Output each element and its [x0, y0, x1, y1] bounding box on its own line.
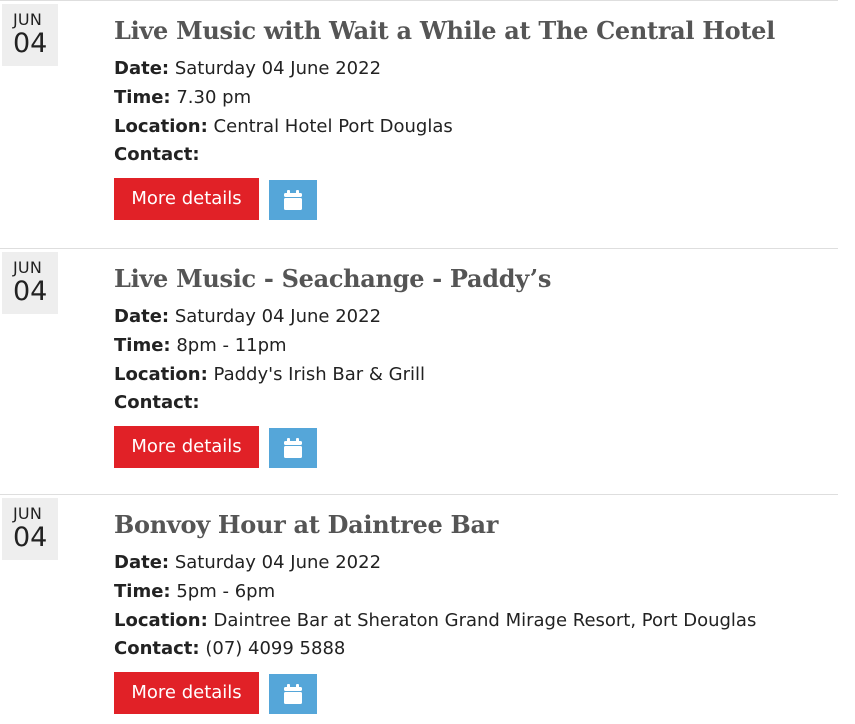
date-value: Saturday 04 June 2022: [174, 552, 382, 573]
date-badge: JUN 04: [2, 4, 58, 66]
event-date-row: Date: Saturday 04 June 2022: [114, 56, 381, 82]
divider: [0, 494, 838, 495]
contact-label: Contact:: [114, 638, 200, 659]
divider: [0, 248, 838, 249]
location-label: Location:: [114, 116, 208, 137]
time-value: 7.30 pm: [176, 87, 252, 108]
date-day: 04: [13, 522, 48, 553]
add-to-calendar-button[interactable]: [269, 180, 317, 220]
event-title[interactable]: Bonvoy Hour at Daintree Bar: [114, 508, 498, 542]
date-badge: JUN 04: [2, 252, 58, 314]
date-month: JUN: [13, 258, 42, 277]
calendar-icon: [284, 190, 302, 210]
date-badge: JUN 04: [2, 498, 58, 560]
event-item: JUN 04 Live Music with Wait a While at T…: [0, 0, 838, 230]
more-details-button[interactable]: More details: [114, 426, 259, 468]
divider: [0, 0, 838, 1]
more-details-button[interactable]: More details: [114, 178, 259, 220]
date-month: JUN: [13, 10, 42, 29]
contact-value: (07) 4099 5888: [205, 638, 346, 659]
event-date-row: Date: Saturday 04 June 2022: [114, 304, 381, 330]
date-value: Saturday 04 June 2022: [174, 306, 382, 327]
event-time-row: Time: 7.30 pm: [114, 85, 251, 111]
calendar-icon: [284, 438, 302, 458]
time-value: 5pm - 6pm: [176, 581, 276, 602]
event-time-row: Time: 5pm - 6pm: [114, 579, 275, 605]
location-value: Daintree Bar at Sheraton Grand Mirage Re…: [213, 610, 757, 631]
add-to-calendar-button[interactable]: [269, 674, 317, 714]
time-value: 8pm - 11pm: [176, 335, 287, 356]
contact-label: Contact:: [114, 392, 200, 413]
location-label: Location:: [114, 610, 208, 631]
location-label: Location:: [114, 364, 208, 385]
date-label: Date:: [114, 552, 170, 573]
event-title[interactable]: Live Music - Seachange - Paddy’s: [114, 262, 551, 296]
date-day: 04: [13, 276, 48, 307]
event-time-row: Time: 8pm - 11pm: [114, 333, 287, 359]
date-label: Date:: [114, 58, 170, 79]
date-value: Saturday 04 June 2022: [174, 58, 382, 79]
date-month: JUN: [13, 504, 42, 523]
location-value: Central Hotel Port Douglas: [213, 116, 453, 137]
date-day: 04: [13, 28, 48, 59]
more-details-button[interactable]: More details: [114, 672, 259, 714]
calendar-icon: [284, 684, 302, 704]
location-value: Paddy's Irish Bar & Grill: [213, 364, 426, 385]
event-item: JUN 04 Live Music - Seachange - Paddy’s …: [0, 248, 838, 478]
time-label: Time:: [114, 335, 171, 356]
add-to-calendar-button[interactable]: [269, 428, 317, 468]
event-title[interactable]: Live Music with Wait a While at The Cent…: [114, 14, 775, 48]
event-location-row: Location: Central Hotel Port Douglas: [114, 114, 453, 140]
time-label: Time:: [114, 87, 171, 108]
event-contact-row: Contact:: [114, 390, 200, 416]
date-label: Date:: [114, 306, 170, 327]
event-item: JUN 04 Bonvoy Hour at Daintree Bar Date:…: [0, 494, 838, 724]
event-contact-row: Contact:: [114, 142, 200, 168]
contact-label: Contact:: [114, 144, 200, 165]
event-location-row: Location: Paddy's Irish Bar & Grill: [114, 362, 425, 388]
time-label: Time:: [114, 581, 171, 602]
event-contact-row: Contact: (07) 4099 5888: [114, 636, 345, 662]
event-date-row: Date: Saturday 04 June 2022: [114, 550, 381, 576]
event-location-row: Location: Daintree Bar at Sheraton Grand…: [114, 608, 756, 634]
